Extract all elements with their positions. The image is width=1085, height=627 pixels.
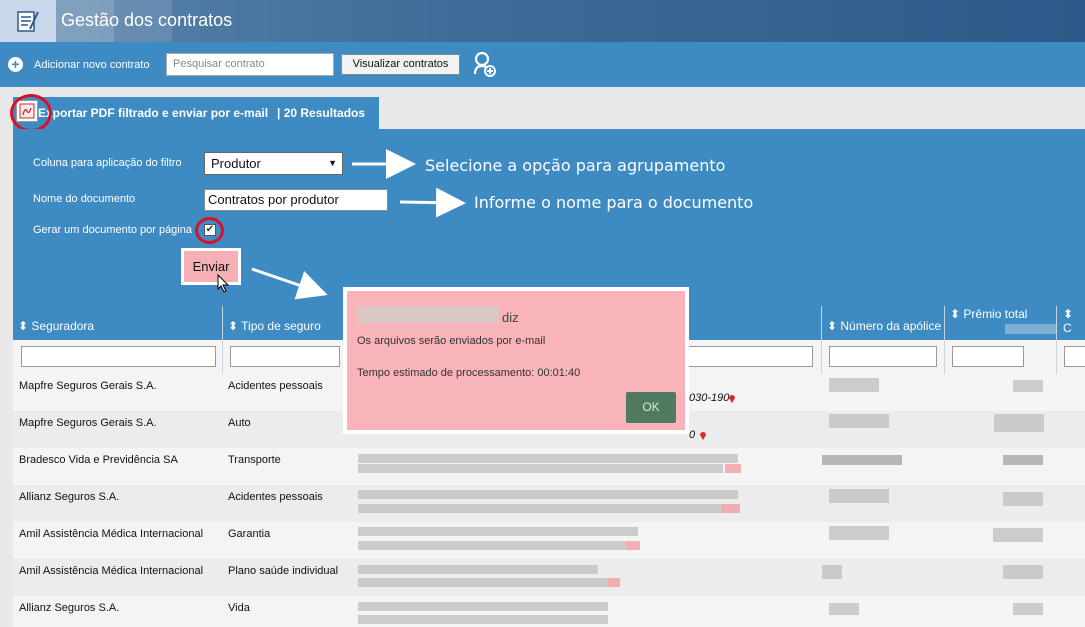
redacted-text [358,464,723,473]
cell-address: 0 [689,429,696,441]
redacted-text [1005,324,1057,334]
filter-input-premio[interactable] [952,346,1024,367]
dialog-message: Os arquivos serão enviados por e-mail [357,335,546,347]
column-divider [821,306,822,374]
cell-seguradora: Amil Assistência Médica Internacional [19,528,204,540]
sort-icon: ⬍ [228,319,242,333]
cell-tipo: Auto [228,417,251,429]
redacted-text [722,504,740,513]
redacted-text [608,578,620,587]
redacted-text [993,528,1043,542]
cell-address: 030-190 [689,392,730,404]
redacted-text [1013,603,1043,615]
ok-button[interactable]: OK [626,392,676,423]
cell-seguradora: Allianz Seguros S.A. [19,491,120,503]
redacted-text [626,541,640,550]
cell-tipo: Vida [228,602,250,614]
redacted-text [358,602,608,611]
cell-seguradora: Mapfre Seguros Gerais S.A. [19,417,157,429]
sort-icon: ⬍ [18,319,32,333]
redacted-text [725,464,741,473]
redacted-text [829,526,889,540]
cell-tipo: Acidentes pessoais [228,491,323,503]
filter-input-tipo[interactable] [230,346,340,367]
alert-dialog: diz Os arquivos serão enviados por e-mai… [343,287,689,434]
redacted-text [829,489,889,503]
redacted-text [1013,380,1043,392]
redacted-text [358,490,738,499]
sort-icon: ⬍ [1063,307,1074,321]
cell-seguradora: Bradesco Vida e Previdência SA [19,454,178,466]
cell-seguradora: Mapfre Seguros Gerais S.A. [19,380,157,392]
redacted-text [822,455,902,465]
col-seguradora[interactable]: ⬍ Seguradora [18,319,94,333]
sort-icon: ⬍ [950,307,964,321]
redacted-text [358,615,608,624]
arrow-icon [399,187,466,218]
cell-tipo: Acidentes pessoais [228,380,323,392]
redacted-text [1003,565,1043,579]
redacted-text [358,578,608,587]
redacted-text [829,603,859,615]
column-divider [1056,306,1057,374]
redacted-text [822,565,842,579]
cell-tipo: Garantia [228,528,271,540]
dialog-origin: diz [502,310,519,325]
filter-input-c[interactable] [1064,346,1085,367]
filter-input-apolice[interactable] [829,346,937,367]
annotation-name: Informe o nome para o documento [474,193,754,212]
filter-input-seguradora[interactable] [21,346,216,367]
cell-tipo: Plano saúde individual [228,565,339,577]
redacted-text [358,565,598,574]
redacted-text [1003,492,1043,506]
arrow-icon [251,267,328,300]
column-divider [222,306,223,374]
col-c[interactable]: ⬍ C [1063,307,1085,335]
dialog-time-estimate: Tempo estimado de processamento: 00:01:4… [357,367,581,379]
cell-seguradora: Amil Assistência Médica Internacional [19,565,204,577]
send-button[interactable]: Enviar [181,248,241,285]
cell-tipo: Transporte [228,454,281,466]
redacted-text [994,414,1044,432]
column-divider [944,306,945,374]
alert-dialog-body: diz Os arquivos serão enviados por e-mai… [347,291,685,430]
filter-input[interactable] [680,346,813,367]
col-premio[interactable]: ⬍ Prêmio total [950,307,1027,321]
col-apolice[interactable]: ⬍ Número da apólice [827,319,941,333]
redacted-text [357,306,499,323]
cell-seguradora: Allianz Seguros S.A. [19,602,120,614]
sort-icon: ⬍ [827,319,841,333]
redacted-text [358,454,738,463]
map-pin-icon[interactable] [699,430,707,440]
redacted-text [829,378,879,392]
redacted-text [358,504,723,513]
col-tipo[interactable]: ⬍ Tipo de seguro [228,319,321,333]
redacted-text [358,541,626,550]
cursor-icon [217,274,230,293]
map-pin-icon[interactable] [728,393,736,403]
redacted-text [829,414,889,428]
redacted-text [358,527,638,536]
redacted-text [1003,455,1043,465]
annotation-select: Selecione a opção para agrupamento [425,156,726,175]
